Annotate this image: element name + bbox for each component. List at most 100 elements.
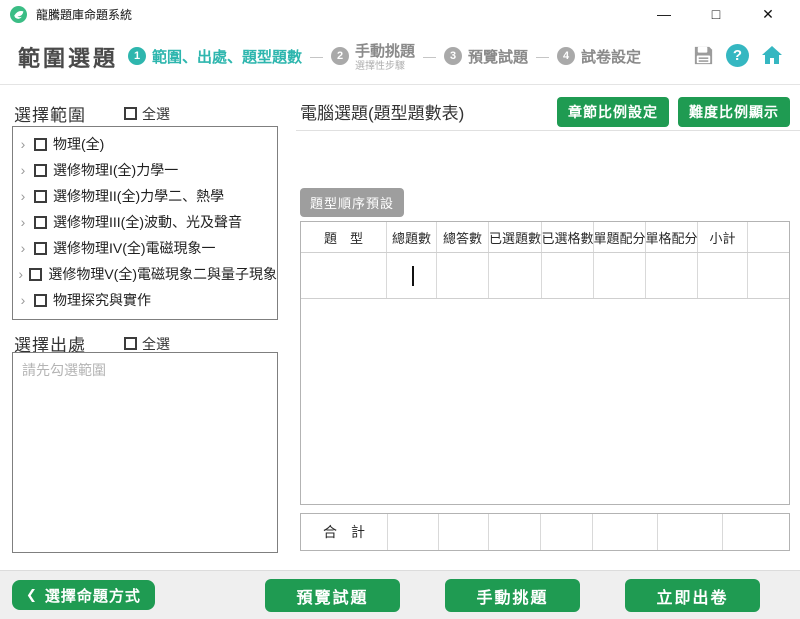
tree-item-checkbox[interactable] [34, 164, 47, 177]
step-4-paper-settings[interactable]: 4 試卷設定 [557, 46, 641, 67]
header-empty [748, 222, 789, 252]
range-select-all-label: 全選 [142, 104, 170, 124]
cell-points-per-question[interactable] [594, 253, 646, 298]
header-selected-questions: 已選題數 [489, 222, 542, 252]
close-button[interactable]: ✕ [742, 0, 794, 28]
maximize-button[interactable]: □ [690, 0, 742, 28]
cell-points-per-blank[interactable] [646, 253, 698, 298]
header-points-per-question: 單題配分 [594, 222, 646, 252]
source-select-all[interactable]: 全選 [124, 334, 170, 354]
window-title: 龍騰題庫命題系統 [36, 6, 132, 23]
tree-item-elective-2[interactable]: › 選修物理II(全)力學二、熱學 [13, 183, 277, 209]
source-placeholder: 請先勾選範圍 [13, 353, 277, 387]
step-1-number: 1 [128, 47, 146, 65]
tree-item-label: 選修物理II(全)力學二、熱學 [53, 186, 224, 206]
step-2-sublabel: 選擇性步驟 [355, 61, 415, 72]
step-separator: — [423, 49, 436, 64]
tree-item-checkbox[interactable] [34, 138, 47, 151]
minimize-button[interactable]: — [638, 0, 690, 28]
home-icon[interactable] [760, 43, 784, 67]
total-cell [723, 514, 789, 550]
help-icon[interactable]: ? [726, 44, 749, 67]
table-row [301, 253, 789, 299]
chapter-ratio-button[interactable]: 章節比例設定 [557, 97, 669, 127]
tree-item-checkbox[interactable] [34, 294, 47, 307]
total-row: 合 計 [301, 514, 789, 550]
manual-pick-button[interactable]: 手動挑題 [445, 579, 580, 612]
step-2-manual-pick[interactable]: 2 手動挑題 選擇性步驟 [331, 40, 415, 72]
back-arrow-icon: ❮ [26, 587, 38, 603]
source-select-all-label: 全選 [142, 334, 170, 354]
tree-item-elective-5[interactable]: › 選修物理V(全)電磁現象二與量子現象 [13, 261, 277, 287]
tree-item-elective-4[interactable]: › 選修物理IV(全)電磁現象一 [13, 235, 277, 261]
cell-subtotal [698, 253, 748, 298]
cell-total-questions-input[interactable] [387, 253, 437, 298]
wizard-steps: 1 範圍、出處、題型題數 — 2 手動挑題 選擇性步驟 — 3 預覽試題 — 4… [128, 28, 641, 84]
tree-item-physics-all[interactable]: › 物理(全) [13, 131, 277, 157]
total-cell [541, 514, 593, 550]
source-select-all-checkbox[interactable] [124, 337, 137, 350]
header-selected-blanks: 已選格數 [542, 222, 594, 252]
app-logo-icon [10, 6, 27, 23]
header-total-questions: 總題數 [387, 222, 437, 252]
expand-chevron-icon[interactable]: › [18, 292, 28, 308]
back-to-method-button[interactable]: ❮ 選擇命題方式 [12, 580, 155, 610]
range-title: 選擇範圍 [14, 101, 86, 126]
range-select-all[interactable]: 全選 [124, 104, 170, 124]
page-header: 範圍選題 1 範圍、出處、題型題數 — 2 手動挑題 選擇性步驟 — 3 預覽試… [0, 28, 800, 85]
range-select-all-checkbox[interactable] [124, 107, 137, 120]
step-4-number: 4 [557, 47, 575, 65]
step-3-preview[interactable]: 3 預覽試題 [444, 46, 528, 67]
step-3-number: 3 [444, 47, 462, 65]
difficulty-ratio-button[interactable]: 難度比例顯示 [678, 97, 790, 127]
cell-question-type[interactable] [301, 253, 387, 298]
header-total-answers: 總答數 [437, 222, 489, 252]
total-label-cell: 合 計 [301, 514, 388, 550]
question-type-table: 題 型 總題數 總答數 已選題數 已選格數 單題配分 單格配分 小計 [300, 221, 790, 505]
tree-item-label: 選修物理V(全)電磁現象二與量子現象 [48, 264, 277, 284]
range-section-header: 選擇範圍 全選 [14, 101, 170, 126]
tree-item-elective-3[interactable]: › 選修物理III(全)波動、光及聲音 [13, 209, 277, 235]
tree-item-checkbox[interactable] [34, 216, 47, 229]
header-question-type: 題 型 [301, 222, 387, 252]
total-table: 合 計 [300, 513, 790, 551]
expand-chevron-icon[interactable]: › [18, 214, 28, 230]
expand-chevron-icon[interactable]: › [18, 188, 28, 204]
total-cell [658, 514, 723, 550]
tree-item-inquiry-practice[interactable]: › 物理探究與實作 [13, 287, 277, 313]
preview-questions-button[interactable]: 預覽試題 [265, 579, 400, 612]
step-2-number: 2 [331, 47, 349, 65]
right-panel-divider [296, 130, 800, 131]
question-order-badge: 題型順序預設 [300, 188, 404, 217]
cell-total-answers[interactable] [437, 253, 489, 298]
tree-item-label: 物理(全) [53, 134, 104, 154]
expand-chevron-icon[interactable]: › [18, 240, 28, 256]
tree-item-label: 選修物理I(全)力學一 [53, 160, 178, 180]
step-1-label: 範圍、出處、題型題數 [152, 46, 302, 67]
range-tree: › 物理(全) › 選修物理I(全)力學一 › 選修物理II(全)力學二、熱學 … [12, 126, 278, 320]
ratio-buttons: 章節比例設定 難度比例顯示 [557, 97, 790, 127]
step-1-range[interactable]: 1 範圍、出處、題型題數 [128, 46, 302, 67]
cell-selected-questions[interactable] [489, 253, 542, 298]
page-title: 範圍選題 [18, 41, 118, 73]
save-icon[interactable] [691, 43, 715, 67]
source-list[interactable]: 請先勾選範圍 [12, 352, 278, 553]
tree-item-label: 選修物理III(全)波動、光及聲音 [53, 212, 242, 232]
tree-item-checkbox[interactable] [34, 190, 47, 203]
cell-selected-blanks[interactable] [542, 253, 594, 298]
tree-item-elective-1[interactable]: › 選修物理I(全)力學一 [13, 157, 277, 183]
header-subtotal: 小計 [698, 222, 748, 252]
step-3-label: 預覽試題 [468, 46, 528, 67]
back-button-label: 選擇命題方式 [45, 585, 141, 606]
window-titlebar: 龍騰題庫命題系統 — □ ✕ [0, 0, 800, 28]
total-cell [388, 514, 439, 550]
header-icons: ? [691, 43, 784, 67]
footer-bar: ❮ 選擇命題方式 預覽試題 手動挑題 立即出卷 [0, 570, 800, 619]
computer-selection-title: 電腦選題(題型題數表) [300, 99, 464, 124]
expand-chevron-icon[interactable]: › [18, 136, 28, 152]
expand-chevron-icon[interactable]: › [18, 266, 23, 282]
generate-paper-button[interactable]: 立即出卷 [625, 579, 760, 612]
expand-chevron-icon[interactable]: › [18, 162, 28, 178]
tree-item-checkbox[interactable] [34, 242, 47, 255]
tree-item-checkbox[interactable] [29, 268, 42, 281]
